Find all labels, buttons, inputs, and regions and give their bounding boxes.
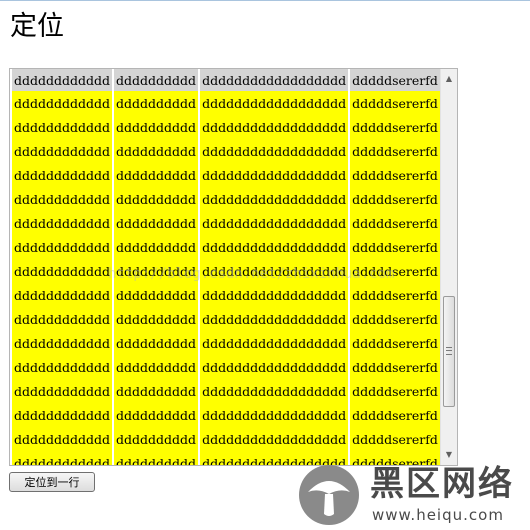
- table-row[interactable]: dddddddddddd dddddddddd dddddddddddddddddd…: [12, 331, 440, 355]
- grid-cell: dddddsererfd: [350, 355, 440, 379]
- logo-mushroom-icon: [299, 465, 359, 525]
- grid-cell: dddddddddddd: [12, 235, 113, 259]
- grid-cell: dddddddddddd: [12, 115, 113, 139]
- grid-cell: dddddsererfd: [350, 163, 440, 187]
- top-border: [0, 0, 530, 1]
- table-row[interactable]: dddddddddddd dddddddddd dddddddddddddddddd…: [12, 403, 440, 427]
- grid-cell: dddddddddddddddddd: [200, 235, 349, 259]
- scroll-up-arrow-icon[interactable]: ▲: [441, 71, 457, 87]
- grid-cell: dddddddddddd: [12, 91, 113, 115]
- grid-cell: dddddddddddd: [12, 427, 113, 451]
- locate-row-button[interactable]: 定位到一行: [9, 472, 95, 492]
- grid-cell: dddddddddd: [114, 163, 199, 187]
- grid-cell: dddddddddddddddddd: [200, 91, 349, 115]
- table-row[interactable]: dddddddddddd dddddddddd dddddddddddddddddd…: [12, 259, 440, 283]
- grid-cell: dddddddddd: [114, 427, 199, 451]
- grid-cell: dddddddddd: [114, 307, 199, 331]
- table-row[interactable]: dddddddddddd dddddddddd dddddddddddddddddd…: [12, 379, 440, 403]
- grid-cell: dddddddddd: [114, 187, 199, 211]
- grip-icon: [446, 347, 452, 355]
- scrollbar-thumb[interactable]: [443, 296, 455, 407]
- table-row[interactable]: dddddddddddd dddddddddd dddddddddddddddddd…: [12, 235, 440, 259]
- grid-cell: dddddsererfd: [350, 403, 440, 427]
- grid-cell: dddddddddddd: [12, 379, 113, 403]
- logo-url: www.heiqu.com: [372, 506, 504, 524]
- grid-cell: dddddsererfd: [350, 69, 440, 91]
- table-row[interactable]: dddddddddddd dddddddddd dddddddddddddddddd…: [12, 307, 440, 331]
- grid-cell: dddddddddddddddddd: [200, 139, 349, 163]
- grid-cell: dddddddddddddddddd: [200, 69, 349, 91]
- grid-cell: dddddddddd: [114, 69, 199, 91]
- grid-cell: dddddddddd: [114, 283, 199, 307]
- grid-cell: dddddddddddddddddd: [200, 331, 349, 355]
- grid-cell: dddddddddd: [114, 91, 199, 115]
- vertical-scrollbar[interactable]: ▲ ▼: [440, 69, 457, 465]
- grid-cell: dddddddddd: [114, 355, 199, 379]
- grid-cell: dddddddddddd: [12, 211, 113, 235]
- grid-cell: dddddddddd: [114, 211, 199, 235]
- grid-cell: dddddddddd: [114, 451, 199, 465]
- table-row[interactable]: dddddddddddd dddddddddd dddddddddddddddddd…: [12, 163, 440, 187]
- grid-cell: dddddddddddd: [12, 139, 113, 163]
- grid-cell: dddddsererfd: [350, 307, 440, 331]
- grid-cell: dddddddddddddddddd: [200, 403, 349, 427]
- grid-cell: dddddddddddd: [12, 69, 113, 91]
- grid-cell: dddddsererfd: [350, 379, 440, 403]
- grid-cell: dddddddddddd: [12, 307, 113, 331]
- site-logo: 黑区网络 www.heiqu.com: [298, 462, 530, 530]
- grid-cell: dddddddddddddddddd: [200, 163, 349, 187]
- grid-cell: dddddddddd: [114, 235, 199, 259]
- grid-cell: dddddddddddd: [12, 451, 113, 465]
- table-row[interactable]: dddddddddddd dddddddddd dddddddddddddddddd…: [12, 283, 440, 307]
- grid-cell: dddddsererfd: [350, 283, 440, 307]
- grid-cell: dddddddddd: [114, 403, 199, 427]
- data-grid[interactable]: dddddddddddd dddddddddd dddddddddddddddddd…: [9, 68, 458, 466]
- grid-viewport[interactable]: dddddddddddd dddddddddd dddddddddddddddddd…: [10, 69, 441, 465]
- grid-cell: dddddddddd: [114, 331, 199, 355]
- grid-cell: dddddddddddddddddd: [200, 115, 349, 139]
- grid-cell: dddddsererfd: [350, 259, 440, 283]
- grid-cell: dddddsererfd: [350, 115, 440, 139]
- grid-cell: dddddddddddddddddd: [200, 259, 349, 283]
- grid-cell: dddddddddd: [114, 259, 199, 283]
- grid-cell: dddddddddddddddddd: [200, 187, 349, 211]
- grid-cell: dddddsererfd: [350, 187, 440, 211]
- table-row[interactable]: dddddddddddd dddddddddd dddddddddddddddddd…: [12, 211, 440, 235]
- grid-cell: dddddddddddddddddd: [200, 307, 349, 331]
- table-row[interactable]: dddddddddddd dddddddddd dddddddddddddddddd…: [12, 427, 440, 451]
- logo-name: 黑区网络: [370, 464, 514, 504]
- grid-cell: dddddsererfd: [350, 211, 440, 235]
- table-row[interactable]: dddddddddddd dddddddddd dddddddddddddddddd…: [12, 187, 440, 211]
- grid-cell: dddddddddddd: [12, 163, 113, 187]
- grid-cell: dddddddddddddddddd: [200, 379, 349, 403]
- grid-cell: dddddddddddddddddd: [200, 211, 349, 235]
- grid-cell: dddddddddd: [114, 379, 199, 403]
- table-row[interactable]: dddddddddddd dddddddddd dddddddddddddddddd…: [12, 139, 440, 163]
- grid-header-row[interactable]: dddddddddddd dddddddddd dddddddddddddddddd…: [12, 69, 440, 91]
- grid-cell: dddddddddddddddddd: [200, 283, 349, 307]
- grid-cell: dddddsererfd: [350, 235, 440, 259]
- grid-table: dddddddddddd dddddddddd dddddddddddddddddd…: [10, 69, 441, 465]
- grid-cell: dddddddddddddddddd: [200, 427, 349, 451]
- grid-cell: dddddddddd: [114, 115, 199, 139]
- table-row[interactable]: dddddddddddd dddddddddd dddddddddddddddddd…: [12, 91, 440, 115]
- table-row[interactable]: dddddddddddd dddddddddd dddddddddddddddddd…: [12, 355, 440, 379]
- page-title: 定位: [10, 11, 64, 42]
- grid-cell: dddddddddddd: [12, 187, 113, 211]
- grid-cell: dddddsererfd: [350, 331, 440, 355]
- grid-cell: dddddsererfd: [350, 139, 440, 163]
- grid-cell: dddddddddd: [114, 139, 199, 163]
- grid-cell: dddddsererfd: [350, 91, 440, 115]
- grid-cell: dddddddddddd: [12, 403, 113, 427]
- grid-cell: dddddddddddddddddd: [200, 355, 349, 379]
- grid-cell: dddddddddddd: [12, 283, 113, 307]
- grid-cell: dddddddddddd: [12, 259, 113, 283]
- table-row[interactable]: dddddddddddd dddddddddd dddddddddddddddddd…: [12, 115, 440, 139]
- scroll-down-arrow-icon[interactable]: ▼: [441, 447, 457, 463]
- grid-cell: dddddddddddd: [12, 355, 113, 379]
- grid-cell: dddddsererfd: [350, 427, 440, 451]
- grid-cell: dddddddddddd: [12, 331, 113, 355]
